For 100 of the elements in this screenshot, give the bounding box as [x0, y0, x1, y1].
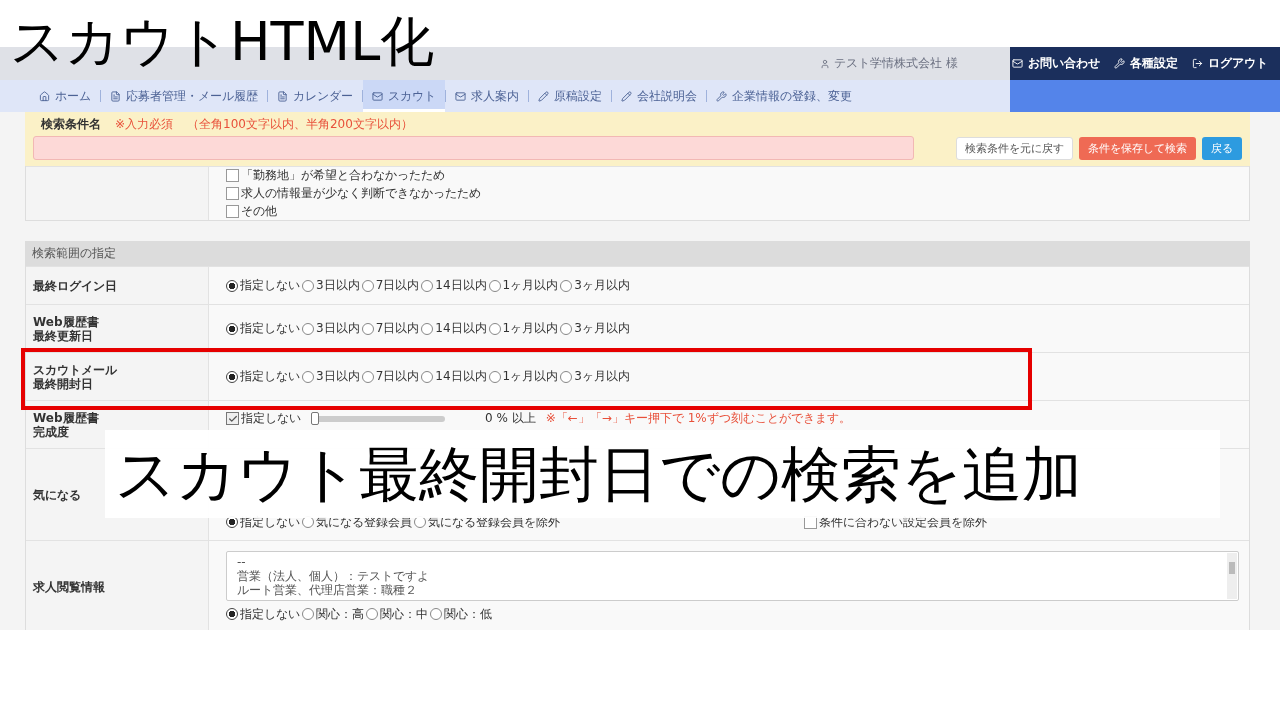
mail-icon: [455, 90, 466, 102]
wrench-icon: [1114, 58, 1125, 69]
option-label: 1ヶ月以内: [502, 368, 559, 385]
radio-button[interactable]: [421, 279, 434, 292]
radio-button[interactable]: [226, 370, 238, 383]
option-label: 14日以内: [435, 320, 487, 337]
logout-icon: [1192, 58, 1203, 69]
field-label: 検索条件名: [41, 116, 101, 133]
radio-button[interactable]: [421, 370, 434, 383]
document-icon: [277, 90, 288, 102]
nav-tab[interactable]: スカウト: [363, 80, 445, 112]
radio-button[interactable]: [560, 370, 573, 383]
user-icon: [820, 58, 831, 69]
action-button[interactable]: 検索条件を元に戻す: [956, 136, 1073, 160]
option-label: その他: [241, 203, 277, 220]
nav-tab[interactable]: 求人案内: [446, 80, 528, 112]
row-label: 最終更新日: [33, 328, 94, 343]
radio-button[interactable]: [226, 322, 238, 335]
row-label: 求人閲覧情報: [33, 579, 106, 594]
slider-thumb[interactable]: [311, 411, 319, 425]
option-label: 7日以内: [375, 368, 420, 385]
checkbox[interactable]: [226, 169, 239, 182]
caption: スカウト最終開封日での検索を追加: [105, 430, 1220, 518]
radio-button[interactable]: [361, 322, 374, 335]
option-label: 1ヶ月以内: [502, 320, 559, 337]
user-name: テスト学情株式会社 様: [820, 55, 958, 72]
scrollbar[interactable]: [1227, 552, 1237, 599]
option-label: 関心：低: [444, 605, 492, 623]
checkbox[interactable]: [226, 412, 239, 425]
option-label: 指定しない: [240, 277, 300, 294]
mail-icon: [372, 90, 383, 102]
option-label: 関心：高: [316, 605, 364, 623]
nav-tab[interactable]: 原稿設定: [529, 80, 611, 112]
option-label: 14日以内: [435, 368, 487, 385]
checkbox[interactable]: [226, 187, 239, 200]
row-label: 最終ログイン日: [33, 278, 118, 293]
nav-tab[interactable]: 企業情報の登録、変更: [707, 80, 861, 112]
row-label: 気になる: [33, 487, 82, 502]
row-label: Web履歴書: [33, 410, 100, 425]
row-label: Web履歴書: [33, 314, 100, 329]
header-link[interactable]: お問い合わせ: [1012, 55, 1100, 72]
radio-button[interactable]: [361, 279, 374, 292]
mail-icon: [1012, 58, 1023, 69]
nav-tab[interactable]: ホーム: [30, 80, 100, 112]
option-label: 3ヶ月以内: [574, 320, 630, 337]
text-area[interactable]: -- 営業（法人、個人）：テストですよ ルート営業、代理店営業：職種２: [226, 550, 1239, 601]
radio-button[interactable]: [302, 322, 314, 335]
option-label: 指定しない: [241, 410, 301, 427]
radio-button[interactable]: [226, 608, 238, 620]
action-button[interactable]: 戻る: [1202, 136, 1242, 160]
header-link[interactable]: 各種設定: [1114, 55, 1178, 72]
text-line: 営業（法人、個人）：テストですよ: [237, 568, 430, 583]
section-title: 検索範囲の指定: [25, 241, 1250, 266]
radio-button[interactable]: [302, 279, 314, 292]
wrench-icon: [716, 90, 727, 102]
pencil-icon: [621, 90, 632, 102]
radio-button[interactable]: [361, 370, 374, 383]
nav-tab[interactable]: 応募者管理・メール履歴: [101, 80, 267, 112]
radio-button[interactable]: [488, 279, 501, 292]
radio-button[interactable]: [560, 279, 573, 292]
length-hint: （全角100文字以内、半角200文字以内）: [187, 116, 413, 133]
radio-button[interactable]: [302, 608, 314, 620]
header-link[interactable]: ログアウト: [1192, 55, 1268, 72]
radio-button[interactable]: [421, 322, 434, 335]
option-label: 1ヶ月以内: [502, 277, 559, 294]
pencil-icon: [538, 90, 549, 102]
option-label: 7日以内: [375, 320, 420, 337]
required-note: ※入力必須: [115, 116, 174, 133]
option-label: 指定しない: [240, 320, 300, 337]
action-button[interactable]: 条件を保存して検索: [1079, 136, 1196, 160]
radio-button[interactable]: [560, 322, 573, 335]
slide-title: スカウトHTML化: [10, 12, 435, 72]
option-label: 3日以内: [316, 320, 360, 337]
row-label: 完成度: [33, 424, 70, 439]
document-icon: [110, 90, 121, 102]
slider-reading: 0 % 以上: [485, 410, 536, 427]
slider-hint: ※「←」「→」キー押下で 1%ずつ刻むことができます。: [545, 410, 851, 427]
radio-button[interactable]: [302, 370, 314, 383]
option-label: 3日以内: [316, 277, 360, 294]
radio-button[interactable]: [488, 322, 501, 335]
option-label: 3ヶ月以内: [574, 277, 630, 294]
radio-button[interactable]: [430, 608, 442, 620]
radio-button[interactable]: [226, 279, 238, 292]
text-line: --: [237, 554, 247, 569]
nav-tab[interactable]: 会社説明会: [612, 80, 706, 112]
option-label: 指定しない: [240, 368, 300, 385]
text-line: ルート営業、代理店営業：職種２: [237, 582, 418, 597]
option-label: 7日以内: [375, 277, 420, 294]
nav-tab[interactable]: カレンダー: [268, 80, 362, 112]
option-label: 3日以内: [316, 368, 360, 385]
row-label: 最終開封日: [33, 376, 94, 391]
radio-button[interactable]: [488, 370, 501, 383]
option-label: 3ヶ月以内: [574, 368, 630, 385]
search-name-field[interactable]: [33, 136, 914, 160]
option-label: 関心：中: [380, 605, 428, 623]
option-label: 「勤務地」が希望と合わなかったため: [241, 167, 445, 184]
option-label: 求人の情報量が少なく判断できなかったため: [241, 185, 481, 202]
option-label: 14日以内: [435, 277, 487, 294]
radio-button[interactable]: [366, 608, 378, 620]
checkbox[interactable]: [226, 205, 239, 218]
